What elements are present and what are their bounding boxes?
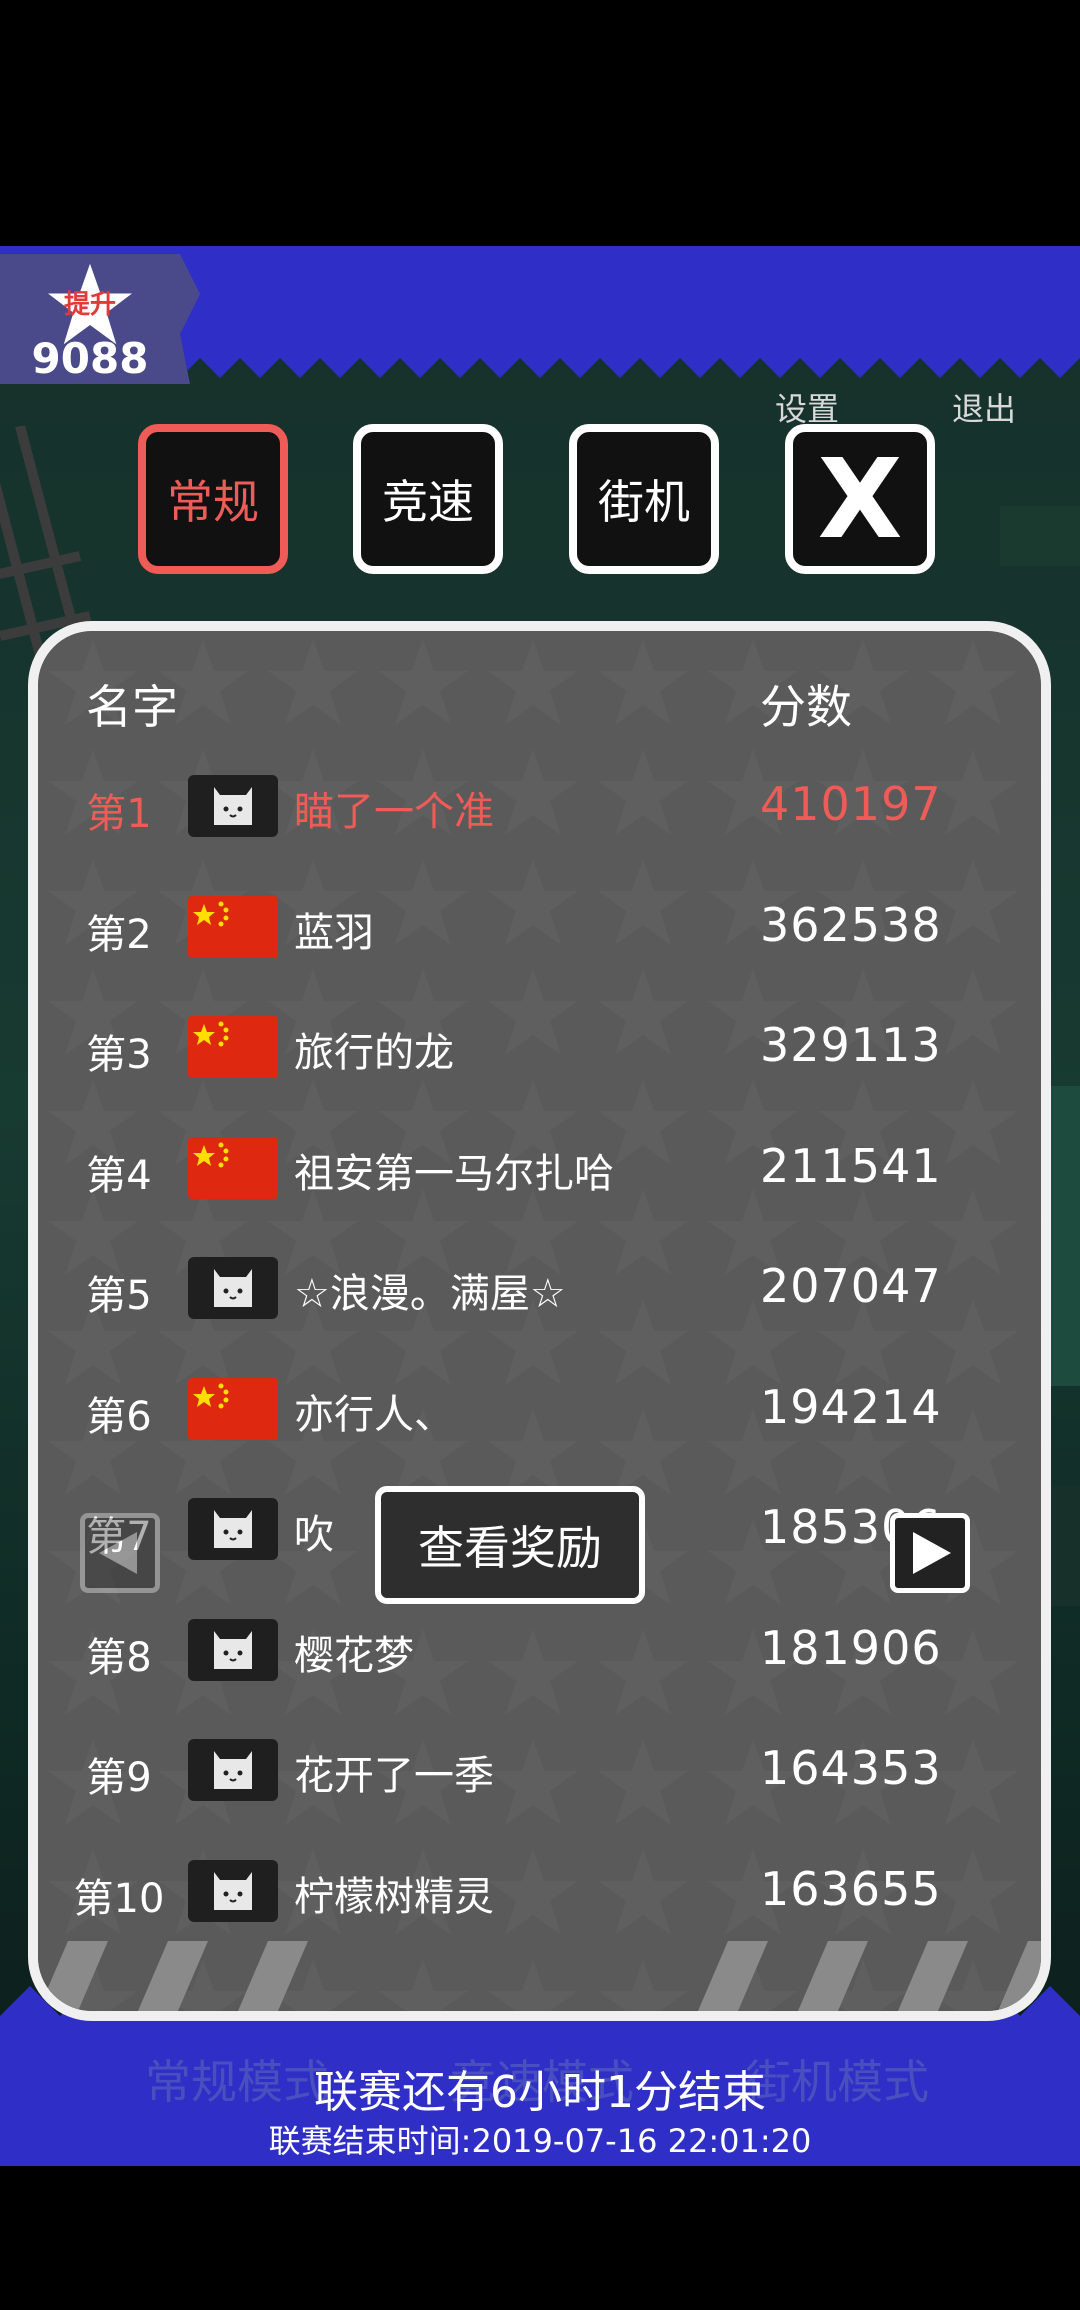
star-value: 9088 [31, 334, 149, 383]
game-screen: 常规模式 竞速模式 街机模式 提升 9088 设置 退出 常规 竞速 街机 X … [0, 246, 1080, 2166]
league-end-time: 联赛结束时间:2019-07-16 22:01:20 [268, 2122, 812, 2160]
leaderboard-row[interactable]: 第2 蓝羽 362538 [38, 872, 1041, 992]
player-name: 亦行人、 [294, 1391, 454, 1438]
player-score: 207047 [760, 1259, 942, 1313]
china-flag-icon [188, 895, 278, 958]
rank-label: 第1 [86, 791, 152, 837]
cat-icon [188, 1257, 278, 1319]
rank-label: 第3 [86, 1032, 152, 1078]
player-score: 164353 [760, 1741, 942, 1795]
column-header-score: 分数 [760, 680, 852, 734]
column-header-name: 名字 [86, 680, 178, 734]
china-flag-icon [188, 1016, 278, 1078]
player-name: 旅行的龙 [294, 1030, 454, 1076]
china-flag-icon [188, 1377, 278, 1440]
player-score: 194214 [760, 1379, 942, 1434]
player-name: 吹 [294, 1512, 334, 1558]
leaderboard-row[interactable]: 第4 祖安第一马尔扎哈 211541 [38, 1113, 1041, 1233]
rank-label: 第4 [86, 1152, 152, 1199]
right-arrow-icon [913, 1532, 951, 1574]
exit-button[interactable]: 退出 [952, 384, 1016, 430]
rank-label: 第9 [86, 1755, 152, 1801]
star-label: 提升 [63, 290, 116, 320]
leaderboard-row[interactable]: 第1 瞄了一个准 410197 [38, 751, 1041, 871]
rank-label: 第2 [86, 911, 152, 958]
cat-icon [188, 1618, 278, 1681]
player-score: 362538 [760, 897, 942, 952]
left-arrow-icon [99, 1532, 137, 1574]
player-name: 蓝羽 [294, 909, 374, 956]
leaderboard-row[interactable]: 第5 ☆浪漫。满屋☆ 207047 [38, 1233, 1041, 1353]
china-flag-icon [188, 1136, 278, 1199]
player-score: 329113 [760, 1018, 942, 1072]
leaderboard-row[interactable]: 第10 柠檬树精灵 163655 [38, 1836, 1041, 1956]
next-page-button[interactable] [890, 1513, 970, 1593]
leaderboard-row[interactable]: 第9 花开了一季 164353 [38, 1715, 1041, 1835]
star-badge[interactable]: 提升 9088 [0, 254, 200, 384]
player-name: 樱花梦 [294, 1632, 414, 1679]
cat-icon [188, 1498, 278, 1560]
cat-icon [188, 1739, 278, 1801]
cat-icon [188, 1859, 278, 1922]
player-score: 163655 [760, 1861, 942, 1916]
tab-arcade[interactable]: 街机 [569, 424, 719, 574]
previous-page-button[interactable] [80, 1513, 160, 1593]
close-button[interactable]: X [785, 424, 935, 574]
player-name: 瞄了一个准 [294, 789, 494, 835]
rank-label: 第8 [86, 1634, 152, 1681]
player-name: 花开了一季 [294, 1753, 494, 1799]
rank-label: 第6 [86, 1393, 152, 1440]
cat-icon [188, 775, 278, 837]
player-score: 211541 [760, 1138, 942, 1193]
player-score: 181906 [760, 1620, 942, 1675]
hazard-stripes [38, 1941, 1041, 2011]
player-name: ☆浪漫。满屋☆ [294, 1271, 566, 1317]
leaderboard-panel: 名字 分数 第1 瞄了一个准 410197 第2 蓝羽 362538 第3 旅行的龙 32911… [28, 621, 1051, 2021]
leaderboard-row[interactable]: 第3 旅行的龙 329113 [38, 992, 1041, 1112]
leaderboard-row[interactable]: 第6 亦行人、 194214 [38, 1354, 1041, 1474]
tab-normal[interactable]: 常规 [138, 424, 288, 574]
league-countdown: 联赛还有6小时1分结束 [314, 2067, 766, 2118]
view-rewards-button[interactable]: 查看奖励 [375, 1486, 645, 1604]
player-name: 祖安第一马尔扎哈 [294, 1150, 614, 1197]
rank-label: 第10 [73, 1875, 165, 1922]
player-score: 410197 [760, 777, 942, 831]
tab-speed[interactable]: 竞速 [353, 424, 503, 574]
player-name: 柠檬树精灵 [294, 1873, 494, 1920]
leaderboard-row[interactable]: 第8 樱花梦 181906 [38, 1595, 1041, 1715]
rank-label: 第5 [86, 1273, 152, 1319]
